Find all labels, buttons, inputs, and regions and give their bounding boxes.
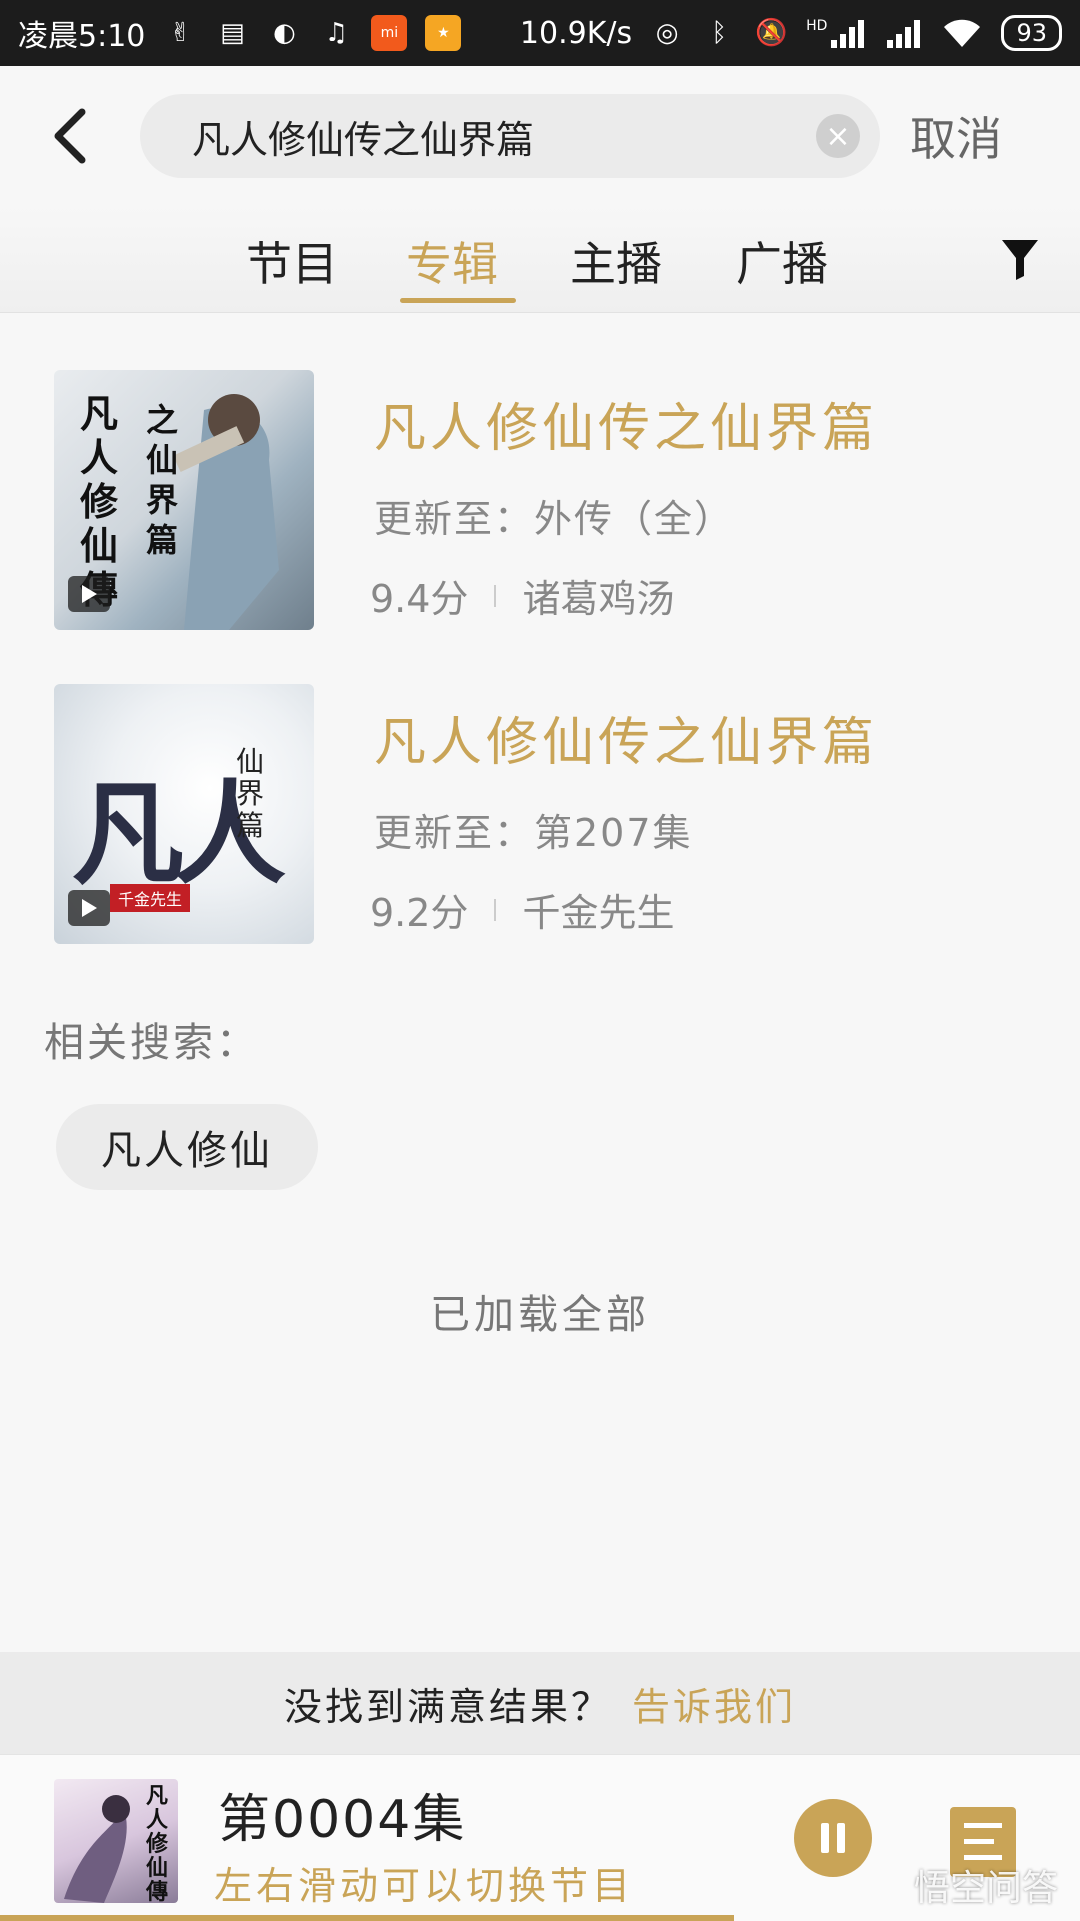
album-author: 千金先生 <box>522 891 675 935</box>
album-result-1[interactable]: 凡人修仙傳 之仙界篇 凡人修仙传之仙界篇 更新至：外传（全） 9.4分 诸葛鸡汤 <box>54 370 1034 630</box>
player-cover-text: 凡人修仙傳 <box>146 1784 169 1904</box>
search-header: × 取消 <box>0 66 1080 206</box>
feedback-link[interactable]: 告诉我们 <box>632 1676 796 1731</box>
playback-progress-bar <box>0 1915 735 1921</box>
pause-icon <box>821 1823 845 1853</box>
signal-icon <box>831 20 865 48</box>
album-update: 更新至：外传（全） <box>374 497 735 541</box>
status-bar-right: 10.9K/s ◎ ᛒ 🔕 HD 93 <box>520 15 1062 51</box>
album-cover: 凡人修仙傳 之仙界篇 <box>54 370 314 630</box>
clear-search-button[interactable]: × <box>816 114 860 158</box>
document-icon: ▤ <box>220 18 245 48</box>
tab-hosts[interactable]: 主播 <box>570 228 662 294</box>
tab-albums[interactable]: 专辑 <box>406 228 498 294</box>
play-badge <box>68 576 110 612</box>
meta-divider <box>494 584 497 607</box>
album-update: 更新至：第207集 <box>374 811 693 855</box>
hd-label: HD <box>806 18 828 34</box>
status-bar: 凌晨5:10 ✌ ▤ ◐ ♫ mi ★ 10.9K/s ◎ ᛒ 🔕 HD 93 <box>0 0 1080 66</box>
pause-button[interactable] <box>794 1799 872 1877</box>
browser-icon: ◐ <box>273 18 296 48</box>
player-swipe-hint: 左右滑动可以切换节目 <box>214 1864 635 1908</box>
album-title: 凡人修仙传之仙界篇 <box>374 399 879 459</box>
feedback-text: 没找到满意结果？ <box>283 1684 612 1729</box>
related-search-label: 相关搜索： <box>44 1020 259 1066</box>
mi-app-icon: mi <box>371 15 408 51</box>
search-input[interactable] <box>190 113 816 159</box>
feedback-bar: 没找到满意结果？ 告诉我们 <box>0 1652 1080 1754</box>
category-tabs: 节目 专辑 主播 广播 <box>0 206 1080 313</box>
app-notification-icon: ✌ <box>169 18 192 48</box>
back-button[interactable] <box>30 96 110 176</box>
tab-programs[interactable]: 节目 <box>246 228 338 294</box>
player-episode-title: 第0004集 <box>218 1790 467 1850</box>
album-score: 9.4分 <box>370 577 469 621</box>
album-score: 9.2分 <box>370 891 469 935</box>
cover-author-stamp: 千金先生 <box>110 884 191 912</box>
status-bar-left: 凌晨5:10 ✌ ▤ ◐ ♫ mi ★ <box>18 11 462 55</box>
album-author: 诸葛鸡汤 <box>522 577 675 621</box>
wifi-icon <box>944 19 981 47</box>
cancel-button[interactable]: 取消 <box>910 103 1002 169</box>
hd-signal-icon: HD <box>806 18 867 48</box>
album-meta: 9.2分 千金先生 <box>370 882 674 937</box>
mute-icon: 🔕 <box>754 18 788 48</box>
close-icon: × <box>825 118 851 154</box>
signal-icon-2 <box>887 20 921 48</box>
loaded-all-text: 已加载全部 <box>430 1292 650 1338</box>
hotspot-icon: ◎ <box>655 18 679 48</box>
tab-radio[interactable]: 广播 <box>736 228 828 294</box>
album-meta: 9.4分 诸葛鸡汤 <box>370 568 674 623</box>
orange-app-icon: ★ <box>425 15 462 51</box>
album-cover: 凡人 仙界篇 千金先生 <box>54 684 314 944</box>
cover-subtitle-text: 仙界篇 <box>236 745 265 842</box>
album-result-2[interactable]: 凡人 仙界篇 千金先生 凡人修仙传之仙界篇 更新至：第207集 9.2分 千金先… <box>54 684 1034 944</box>
active-tab-indicator <box>400 298 516 303</box>
meta-divider <box>494 898 497 921</box>
filter-icon <box>1002 240 1038 280</box>
play-icon <box>82 899 97 917</box>
search-box[interactable]: × <box>140 94 880 178</box>
play-icon <box>82 585 97 603</box>
mini-player: 凡人修仙傳 第0004集 左右滑动可以切换节目 悟空问答 <box>0 1754 1080 1921</box>
ting-app-icon: ♫ <box>324 18 349 48</box>
watermark-text: 悟空问答 <box>913 1868 1058 1909</box>
player-cover[interactable]: 凡人修仙傳 <box>54 1779 178 1903</box>
cover-subtitle-text: 之仙界篇 <box>146 401 179 559</box>
related-search-chip[interactable]: 凡人修仙 <box>56 1104 318 1190</box>
net-speed: 10.9K/s <box>519 15 633 51</box>
album-title: 凡人修仙传之仙界篇 <box>374 713 879 773</box>
status-time: 凌晨5:10 <box>18 19 146 54</box>
filter-button[interactable] <box>1000 236 1040 280</box>
chevron-left-icon <box>54 108 86 164</box>
battery-indicator: 93 <box>1001 15 1062 51</box>
play-badge <box>68 890 110 926</box>
bluetooth-icon: ᛒ <box>711 18 727 48</box>
